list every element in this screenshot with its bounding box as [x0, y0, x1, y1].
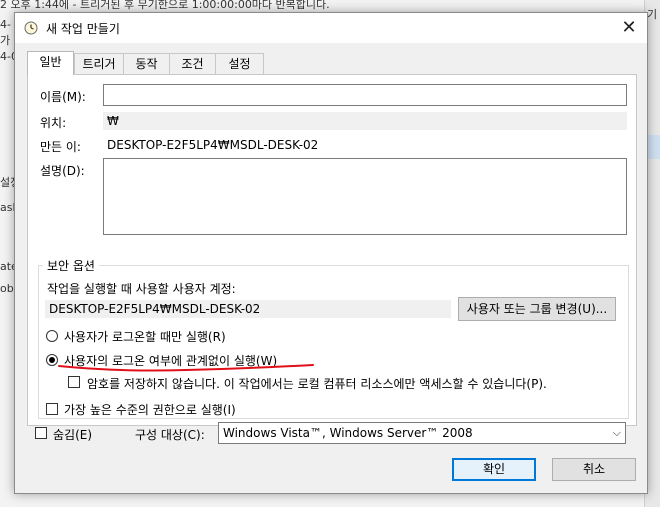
background-fragment: 기 — [647, 8, 658, 21]
close-button[interactable]: ✕ — [611, 13, 647, 43]
author-value: DESKTOP-E2F5LP4₩MSDL-DESK-02 — [107, 138, 319, 152]
configure-for-label: 구성 대상(C): — [135, 428, 205, 442]
general-tab-panel: 이름(M): 위치: ₩ 만든 이: DESKTOP-E2F5LP4₩MSDL-… — [27, 74, 637, 426]
do-not-store-password-checkbox[interactable] — [68, 376, 80, 388]
background-fragment: 4- — [0, 18, 11, 31]
author-label: 만든 이: — [40, 140, 81, 154]
tab-actions[interactable]: 동작 — [123, 53, 170, 74]
description-label: 설명(D): — [40, 164, 85, 178]
hidden-checkbox[interactable] — [35, 427, 47, 439]
highest-privileges-checkbox[interactable] — [46, 403, 58, 415]
chevron-down-icon: ⌵ — [612, 426, 621, 439]
name-label: 이름(M): — [40, 90, 86, 104]
red-annotation-underline — [58, 364, 314, 372]
do-not-store-password-label: 암호를 저장하지 않습니다. 이 작업에서는 로컬 컴퓨터 리소스에만 액세스할… — [87, 377, 547, 391]
hidden-label: 숨김(E) — [53, 428, 93, 442]
user-account-value: DESKTOP-E2F5LP4₩MSDL-DESK-02 — [45, 300, 451, 318]
cancel-button[interactable]: 취소 — [552, 458, 636, 481]
ok-button[interactable]: 확인 — [452, 458, 536, 481]
tab-settings[interactable]: 설정 — [215, 53, 264, 74]
configure-for-value: Windows Vista™, Windows Server™ 2008 — [223, 426, 473, 440]
change-user-button[interactable]: 사용자 또는 그룹 변경(U)... — [458, 297, 616, 321]
account-prompt: 작업을 실행할 때 사용할 사용자 계정: — [47, 282, 236, 296]
description-textarea[interactable] — [103, 158, 627, 235]
tab-general[interactable]: 일반 — [27, 51, 74, 75]
create-task-dialog: 새 작업 만들기 ✕ 일반 트리거 동작 조건 설정 이름(M): 위치: ₩ … — [14, 12, 648, 494]
configure-for-select[interactable]: Windows Vista™, Windows Server™ 2008 ⌵ — [218, 422, 626, 444]
run-only-logged-on-radio[interactable] — [46, 330, 58, 342]
location-value: ₩ — [103, 112, 627, 130]
background-top-text: 2 오후 1:44에 - 트리거된 후 무기한으로 1:00:00:00마다 반… — [0, 0, 330, 11]
window-title: 새 작업 만들기 — [46, 22, 120, 36]
highest-privileges-label: 가장 높은 수준의 권한으로 실행(I) — [64, 403, 236, 417]
security-options-title: 보안 옵션 — [43, 257, 99, 274]
tab-triggers[interactable]: 트리거 — [74, 53, 124, 74]
title-bar[interactable]: 새 작업 만들기 ✕ — [15, 13, 647, 43]
name-input[interactable] — [103, 84, 627, 106]
run-only-logged-on-label: 사용자가 로그온할 때만 실행(R) — [64, 330, 226, 344]
location-label: 위치: — [40, 116, 67, 130]
tab-conditions[interactable]: 조건 — [169, 53, 216, 74]
run-whether-logged-on-radio[interactable] — [46, 354, 58, 366]
clock-icon — [24, 21, 38, 35]
